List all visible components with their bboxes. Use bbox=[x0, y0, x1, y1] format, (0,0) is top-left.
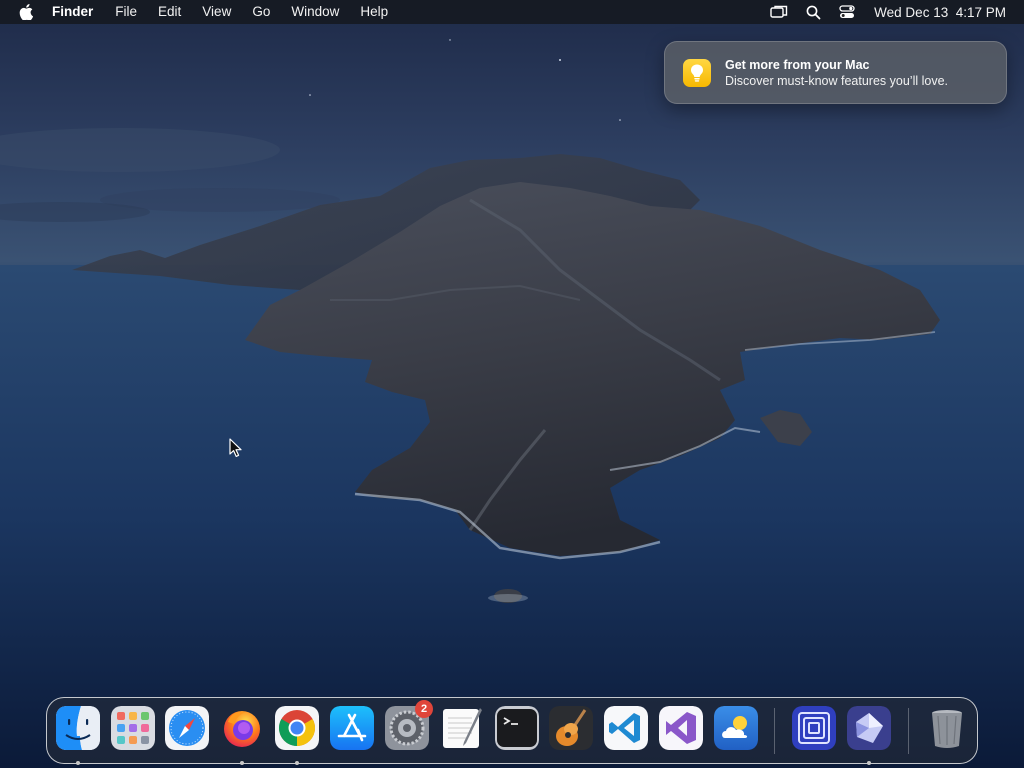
menu-file[interactable]: File bbox=[115, 0, 137, 24]
dock-item-safari[interactable] bbox=[165, 706, 209, 750]
running-indicator bbox=[240, 761, 244, 765]
visual-studio-icon bbox=[659, 706, 703, 750]
notification-body: Discover must-know features you’ll love. bbox=[725, 73, 948, 88]
dock-item-chrome[interactable] bbox=[275, 706, 319, 765]
dock-item-system-preferences[interactable]: 2 bbox=[385, 700, 433, 750]
app-store-icon bbox=[330, 706, 374, 750]
lightbulb-icon bbox=[683, 58, 711, 87]
apple-logo-icon bbox=[19, 4, 33, 20]
running-indicator bbox=[867, 761, 871, 765]
dock: 2 bbox=[46, 697, 978, 765]
notification-title: Get more from your Mac bbox=[725, 57, 870, 72]
dock-item-terminal[interactable] bbox=[495, 706, 539, 750]
launchpad-icon bbox=[111, 706, 155, 750]
menu-bar: Finder File Edit View Go Window Help Wed… bbox=[0, 0, 1024, 24]
dock-separator bbox=[908, 708, 909, 754]
dock-item-linear[interactable] bbox=[847, 706, 891, 765]
firefox-icon bbox=[224, 711, 260, 747]
dock-item-app-store[interactable] bbox=[330, 706, 374, 750]
desktop-wallpaper bbox=[0, 0, 1024, 768]
menu-go[interactable]: Go bbox=[252, 0, 270, 24]
menu-view[interactable]: View bbox=[202, 0, 231, 24]
finder-icon bbox=[56, 706, 100, 750]
garageband-icon bbox=[549, 706, 593, 750]
dock-item-finder[interactable] bbox=[56, 706, 100, 765]
dock-item-firefox[interactable] bbox=[220, 706, 264, 765]
safari-icon bbox=[165, 706, 209, 750]
dock-item-launchpad[interactable] bbox=[111, 706, 155, 750]
menu-app-name[interactable]: Finder bbox=[52, 0, 93, 24]
vscode-icon bbox=[604, 706, 648, 750]
notification-banner[interactable]: Get more from your Mac Discover must-kno… bbox=[664, 41, 1007, 104]
screen-mirroring-icon[interactable] bbox=[770, 3, 788, 21]
dock-item-weather[interactable] bbox=[714, 706, 758, 750]
running-indicator bbox=[295, 761, 299, 765]
linear-icon bbox=[847, 706, 891, 750]
running-indicator bbox=[76, 761, 80, 765]
spotlight-search-icon[interactable] bbox=[804, 3, 822, 21]
menu-bar-status-area: Wed Dec 13 4:17 PM bbox=[770, 0, 1024, 24]
terminal-icon bbox=[495, 706, 539, 750]
mouse-pointer-icon bbox=[229, 438, 242, 457]
dock-item-vscode[interactable] bbox=[604, 706, 648, 750]
dock-item-trash[interactable] bbox=[925, 706, 969, 750]
dock-item-screen-sharing[interactable] bbox=[792, 706, 836, 750]
weather-icon bbox=[714, 706, 758, 750]
dock-item-textedit[interactable] bbox=[440, 706, 484, 750]
dock-item-garageband[interactable] bbox=[549, 706, 593, 750]
chrome-icon bbox=[275, 706, 319, 750]
screen-sharing-icon bbox=[792, 706, 836, 750]
menu-edit[interactable]: Edit bbox=[158, 0, 181, 24]
dock-item-visual-studio[interactable] bbox=[659, 706, 703, 750]
textedit-icon bbox=[443, 708, 482, 748]
menu-window[interactable]: Window bbox=[291, 0, 339, 24]
menu-help[interactable]: Help bbox=[360, 0, 388, 24]
apple-menu-icon[interactable] bbox=[18, 4, 34, 20]
dock-separator bbox=[774, 708, 775, 754]
notification-badge: 2 bbox=[415, 700, 433, 718]
control-center-icon[interactable] bbox=[838, 3, 856, 21]
menu-bar-clock[interactable]: Wed Dec 13 4:17 PM bbox=[874, 5, 1006, 20]
trash-icon bbox=[932, 710, 962, 748]
notification-text: Get more from your Mac Discover must-kno… bbox=[725, 57, 948, 89]
